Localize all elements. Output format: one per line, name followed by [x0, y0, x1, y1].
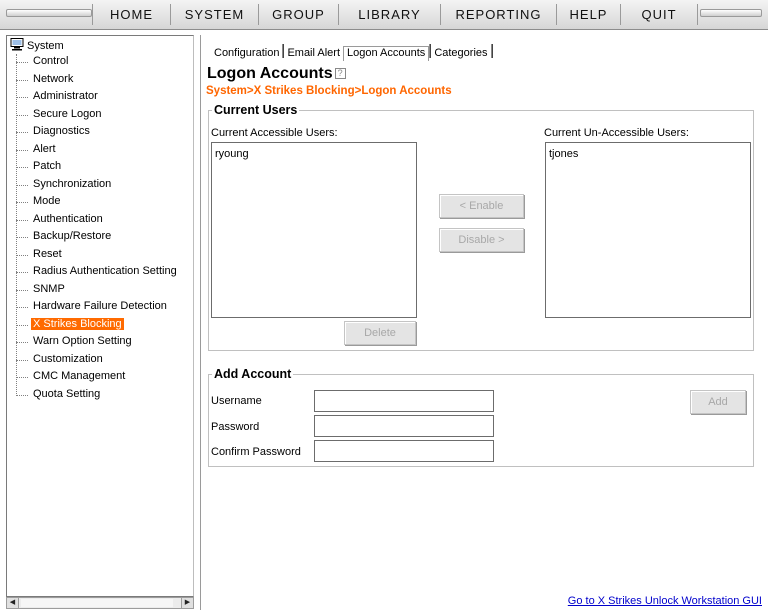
- sidebar-item-snmp[interactable]: SNMP: [16, 281, 67, 299]
- sidebar-item-label: Authentication: [33, 212, 103, 225]
- sidebar-item-label: CMC Management: [33, 370, 126, 382]
- sidebar-item-label: Alert: [33, 142, 56, 155]
- scrollbar-thumb[interactable]: [21, 599, 173, 607]
- enable-button[interactable]: < Enable: [439, 194, 524, 218]
- scroll-left-arrow-icon[interactable]: ◀: [7, 598, 19, 608]
- sidebar-item-label: Customization: [33, 352, 103, 365]
- sidebar-item-backup-restore[interactable]: Backup/Restore: [16, 228, 113, 246]
- accessible-users-label: Current Accessible Users:: [211, 127, 338, 139]
- sidebar-item-mode[interactable]: Mode: [16, 193, 63, 211]
- menu-home[interactable]: HOME: [92, 4, 170, 25]
- sidebar-item-radius-authentication[interactable]: Radius Authentication Setting: [16, 263, 179, 281]
- page-title: Logon Accounts?: [207, 65, 346, 83]
- accessible-users-list[interactable]: ryoung: [211, 142, 417, 318]
- sidebar-item-warn-option-setting[interactable]: Warn Option Setting: [16, 333, 134, 351]
- tab-logon-accounts[interactable]: Logon Accounts: [343, 46, 430, 61]
- list-item[interactable]: ryoung: [215, 148, 413, 160]
- sidebar-item-label: Secure Logon: [33, 107, 102, 120]
- tree-root-label: System: [27, 40, 64, 52]
- sidebar-item-label: Administrator: [33, 90, 98, 102]
- tab-categories[interactable]: Categories: [431, 47, 490, 59]
- tab-separator: [490, 44, 493, 58]
- tree-root-system[interactable]: System: [10, 38, 64, 54]
- confirm-password-field[interactable]: [314, 440, 494, 462]
- sidebar-item-authentication[interactable]: Authentication: [16, 211, 105, 229]
- tab-strip: Configuration Email Alert Logon Accounts Ca…: [211, 44, 493, 62]
- sidebar-item-administrator[interactable]: Administrator: [16, 88, 100, 106]
- list-item[interactable]: tjones: [549, 148, 747, 160]
- delete-button[interactable]: Delete: [344, 321, 416, 345]
- disable-button[interactable]: Disable >: [439, 228, 524, 252]
- sidebar-item-patch[interactable]: Patch: [16, 158, 63, 176]
- breadcrumb: System>X Strikes Blocking>Logon Accounts: [206, 85, 452, 97]
- unaccessible-users-list[interactable]: tjones: [545, 142, 751, 318]
- scroll-right-arrow-icon[interactable]: ▶: [181, 598, 193, 608]
- sidebar-item-label: Radius Authentication Setting: [33, 265, 177, 277]
- menu-library[interactable]: LIBRARY: [338, 4, 440, 25]
- sidebar-item-secure-logon[interactable]: Secure Logon: [16, 106, 104, 124]
- sidebar-item-label: Network: [33, 72, 74, 85]
- confirm-password-label: Confirm Password: [211, 446, 301, 458]
- menu-tail-decoration: [700, 9, 762, 17]
- sidebar-item-quota-setting[interactable]: Quota Setting: [16, 386, 102, 404]
- add-account-legend: Add Account: [214, 367, 292, 381]
- password-field[interactable]: [314, 415, 494, 437]
- sidebar-item-cmc-management[interactable]: CMC Management: [16, 368, 127, 386]
- sidebar-tree: System Control Network Administrator Sec…: [6, 35, 194, 597]
- sidebar-item-x-strikes-blocking[interactable]: X Strikes Blocking: [16, 316, 124, 334]
- menu-system[interactable]: SYSTEM: [170, 4, 258, 25]
- sidebar-item-diagnostics[interactable]: Diagnostics: [16, 123, 92, 141]
- menu-lead-decoration: [6, 9, 92, 17]
- sidebar-item-network[interactable]: Network: [16, 71, 75, 89]
- sidebar-item-synchronization[interactable]: Synchronization: [16, 176, 113, 194]
- password-label: Password: [211, 421, 260, 433]
- sidebar-item-label: Mode: [33, 195, 61, 207]
- main-content: Configuration Email Alert Logon Accounts Ca…: [200, 35, 766, 610]
- sidebar-item-label: Diagnostics: [33, 125, 90, 137]
- sidebar-item-alert[interactable]: Alert: [16, 141, 58, 159]
- sidebar-item-label: Hardware Failure Detection: [33, 300, 167, 312]
- sidebar-item-label: Synchronization: [33, 177, 112, 190]
- sidebar-item-label: Reset: [33, 247, 62, 260]
- current-users-legend: Current Users: [214, 103, 298, 117]
- sidebar-item-label: Warn Option Setting: [33, 335, 132, 347]
- top-menu-bar: HOME SYSTEM GROUP LIBRARY REPORTING HELP…: [0, 0, 768, 30]
- help-icon[interactable]: ?: [334, 68, 346, 79]
- sidebar-item-label: Control: [33, 55, 69, 67]
- sidebar-item-label: SNMP: [33, 282, 65, 295]
- sidebar-item-control[interactable]: Control: [16, 53, 70, 71]
- sidebar-item-label: Patch: [33, 160, 62, 172]
- sidebar-item-label: Quota Setting: [33, 387, 101, 400]
- unaccessible-users-label: Current Un-Accessible Users:: [544, 127, 689, 139]
- sidebar-item-label: Backup/Restore: [33, 230, 112, 242]
- sidebar-horizontal-scrollbar[interactable]: ◀ ▶: [6, 597, 194, 609]
- add-button[interactable]: Add: [690, 390, 746, 414]
- sidebar-item-customization[interactable]: Customization: [16, 351, 105, 369]
- sidebar-item-label: X Strikes Blocking: [31, 317, 124, 330]
- username-label: Username: [211, 395, 262, 407]
- menu-quit[interactable]: QUIT: [620, 4, 698, 25]
- menu-help[interactable]: HELP: [556, 4, 620, 25]
- computer-icon: [10, 38, 24, 51]
- sidebar-item-hardware-failure-detection[interactable]: Hardware Failure Detection: [16, 298, 169, 316]
- page-title-text: Logon Accounts: [207, 65, 333, 82]
- menu-reporting[interactable]: REPORTING: [440, 4, 556, 25]
- tab-email-alert[interactable]: Email Alert: [284, 47, 343, 59]
- unlock-workstation-link[interactable]: Go to X Strikes Unlock Workstation GUI: [568, 595, 762, 607]
- username-field[interactable]: [314, 390, 494, 412]
- tab-configuration[interactable]: Configuration: [211, 47, 282, 59]
- menu-group[interactable]: GROUP: [258, 4, 338, 25]
- sidebar-item-reset[interactable]: Reset: [16, 246, 64, 264]
